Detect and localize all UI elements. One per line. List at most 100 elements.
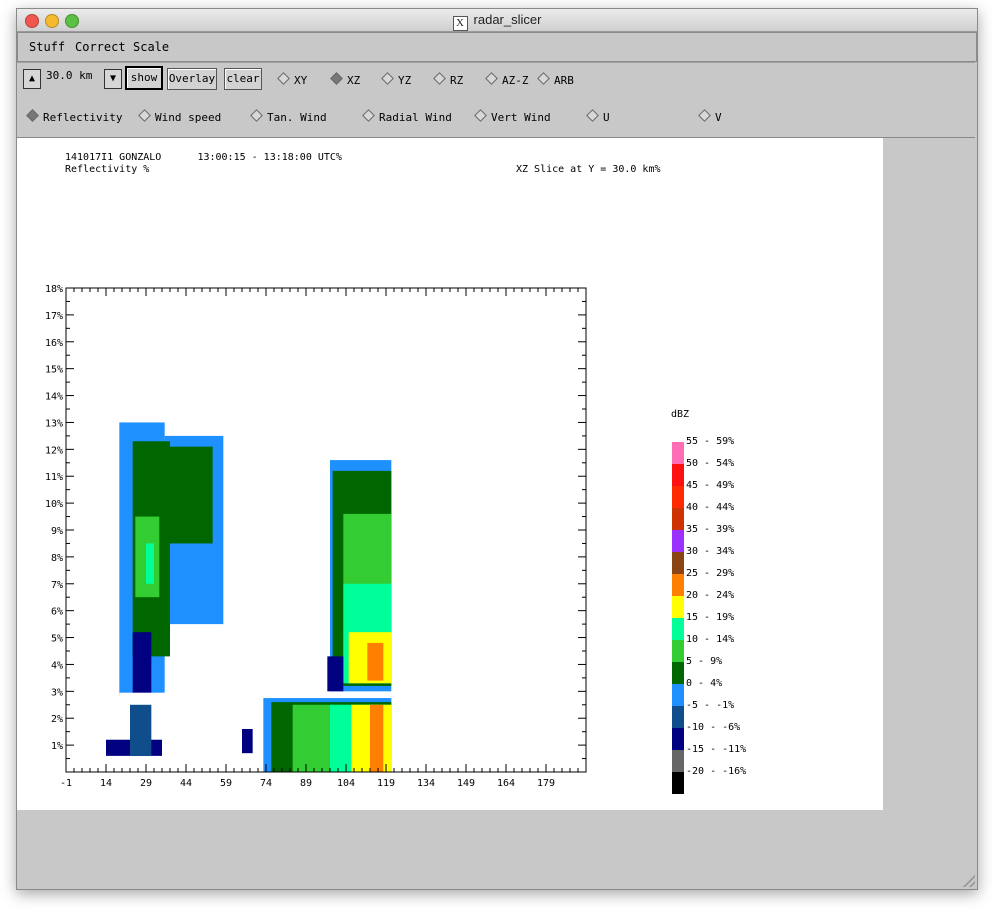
radio-diamond-icon [362,109,375,122]
y-tick-label: 16% [45,338,63,349]
reflectivity-cell [327,656,344,692]
y-tick-label: 11% [45,472,63,483]
height-down-button[interactable]: ▼ [104,69,122,89]
x-tick-label: 134 [417,778,435,789]
x-tick-label: 164 [497,778,515,789]
menu-correct[interactable]: Correct [75,40,126,54]
slice-radio-label: RZ [450,74,464,87]
radio-diamond-selected-icon [330,72,343,85]
radio-diamond-icon [474,109,487,122]
slice-radio-label: XY [294,74,308,87]
radio-diamond-icon [586,109,599,122]
slice-radio-xy[interactable]: XY [277,72,308,87]
window-title-text: radar_slicer [473,12,542,27]
reflectivity-cell [132,632,152,697]
height-up-button[interactable]: ▲ [23,69,41,89]
x-tick-label: 179 [537,778,555,789]
slice-radio-rz[interactable]: RZ [433,72,464,87]
radio-diamond-selected-icon [26,109,39,122]
menu-bar: Stuff Correct Scale [17,32,977,62]
x11-icon: X [452,16,468,31]
reflectivity-cell [242,728,253,754]
y-tick-label: 3% [51,687,63,698]
field-radio-tan-wind[interactable]: Tan. Wind [250,109,327,124]
clear-button[interactable]: clear [224,68,262,90]
y-tick-label: 15% [45,365,63,376]
y-tick-label: 12% [45,445,63,456]
show-button[interactable]: show [125,66,163,90]
field-radio-u[interactable]: U [586,109,610,124]
menu-scale[interactable]: Scale [133,40,169,54]
field-radio-label: Radial Wind [379,111,452,124]
radio-diamond-icon [537,72,550,85]
y-tick-label: 17% [45,311,63,322]
field-radio-label: Tan. Wind [267,111,327,124]
slice-radio-label: AZ-Z [502,74,529,87]
slice-radio-xz[interactable]: XZ [330,72,361,87]
radio-diamond-icon [138,109,151,122]
y-tick-label: 14% [45,392,63,403]
reflectivity-cell [130,704,152,756]
slice-radio-arb[interactable]: ARB [537,72,574,87]
y-tick-label: 9% [51,526,63,537]
reflectivity-cell [370,704,384,772]
window-title: Xradar_slicer [17,12,977,31]
field-radio-v[interactable]: V [698,109,722,124]
y-tick-label: 18% [45,284,63,295]
title-bar: Xradar_slicer [17,9,977,32]
slice-toolbar: ▲ 30.0 km ▼ show Overlay clear XY XZ YZ … [17,62,975,99]
field-radio-label: Reflectivity [43,111,123,124]
menu-stuff[interactable]: Stuff [29,40,65,54]
reflectivity-cell [367,642,384,681]
resize-grip-icon[interactable] [963,875,975,887]
radio-diamond-icon [433,72,446,85]
radar-slicer-window: Xradar_slicer Stuff Correct Scale ▲ 30.0… [16,8,978,890]
y-tick-label: 4% [51,660,63,671]
field-radio-reflectivity[interactable]: Reflectivity [26,109,123,124]
x-tick-label: 29 [140,778,152,789]
x-tick-label: 14 [100,778,112,789]
radio-diamond-icon [698,109,711,122]
radio-diamond-icon [277,72,290,85]
field-radio-wind-speed[interactable]: Wind speed [138,109,222,124]
x-tick-label: -1 [60,778,72,789]
field-radio-vert-wind[interactable]: Vert Wind [474,109,551,124]
data-gap-band [119,692,392,699]
field-radio-radial-wind[interactable]: Radial Wind [362,109,452,124]
field-radio-label: V [715,111,722,124]
field-toolbar: Reflectivity Wind speed Tan. Wind Radial… [17,99,975,138]
slice-radio-label: ARB [554,74,574,87]
x-tick-label: 89 [300,778,312,789]
field-radio-label: U [603,111,610,124]
field-radio-label: Wind speed [155,111,222,124]
x-tick-label: 104 [337,778,355,789]
x-tick-label: 119 [377,778,395,789]
y-tick-label: 10% [45,499,63,510]
y-tick-label: 8% [51,553,63,564]
x-tick-label: 44 [180,778,192,789]
down-triangle-icon: ▼ [109,73,117,84]
x-tick-label: 74 [260,778,272,789]
radio-diamond-icon [485,72,498,85]
height-value: 30.0 km [46,69,93,82]
field-radio-label: Vert Wind [491,111,551,124]
y-tick-label: 6% [51,607,63,618]
plot-canvas: 141017I1 GONZALO 13:00:15 - 13:18:00 UTC… [17,138,883,810]
slice-radio-yz[interactable]: YZ [381,72,412,87]
y-tick-label: 2% [51,714,63,725]
slice-radio-label: YZ [398,74,412,87]
up-triangle-icon: ▲ [28,73,36,84]
y-tick-label: 5% [51,634,63,645]
radio-diamond-icon [381,72,394,85]
radio-diamond-icon [250,109,263,122]
y-tick-label: 7% [51,580,63,591]
y-tick-label: 13% [45,418,63,429]
slice-radio-az-z[interactable]: AZ-Z [485,72,529,87]
reflectivity-plot: -1 14 29 44 59 74 89 104 119 134 149 164 179 1% 2% 3% 4%… [45,284,587,789]
reflectivity-cell [146,543,154,584]
overlay-button[interactable]: Overlay [167,68,217,90]
reflectivity-cell [167,446,213,544]
x-tick-label: 59 [220,778,232,789]
x-tick-label: 149 [457,778,475,789]
slice-radio-label: XZ [347,74,361,87]
